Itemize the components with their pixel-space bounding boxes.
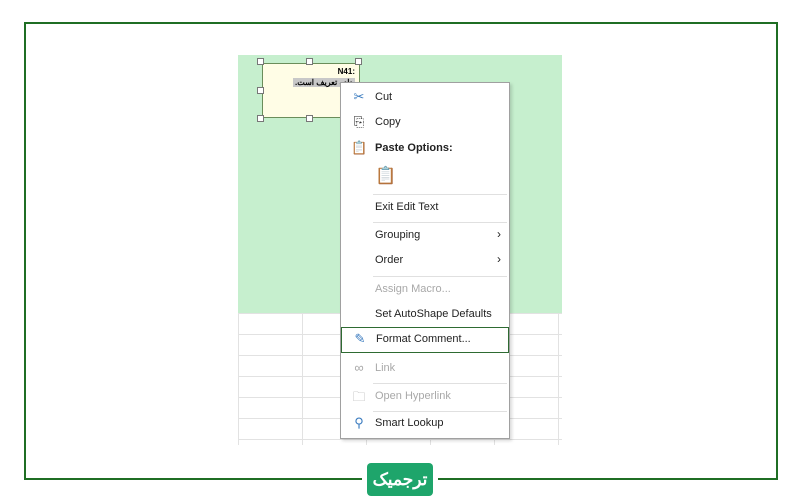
menu-item-cut[interactable]: ✂ Cut	[341, 86, 509, 110]
link-icon: ∞	[354, 360, 364, 375]
search-icon: ⚲	[354, 415, 364, 430]
chevron-right-icon: ›	[497, 252, 501, 266]
chevron-right-icon: ›	[497, 227, 501, 241]
resize-handle[interactable]	[257, 58, 264, 65]
menu-item-set-autoshape-defaults[interactable]: Set AutoShape Defaults	[341, 303, 509, 327]
logo: ترجمیک	[367, 463, 433, 496]
menu-item-grouping[interactable]: Grouping ›	[341, 224, 509, 248]
paste-icon: 📋	[351, 140, 368, 155]
menu-item-format-comment[interactable]: ✎ Format Comment...	[341, 327, 509, 353]
paste-keep-formatting-button[interactable]: 📋	[371, 163, 397, 187]
menu-item-exit-edit-text[interactable]: Exit Edit Text	[341, 196, 509, 220]
menu-item-paste-options: 📋 Paste Options:	[351, 140, 453, 155]
resize-handle[interactable]	[306, 115, 313, 122]
separator	[373, 222, 507, 223]
resize-handle[interactable]	[355, 58, 362, 65]
menu-item-open-hyperlink: 🗀 Open Hyperlink	[341, 385, 509, 409]
menu-item-copy[interactable]: ⎘ Copy	[341, 111, 509, 135]
paste-icon: 📋	[375, 166, 397, 185]
resize-handle[interactable]	[257, 87, 264, 94]
separator	[373, 276, 507, 277]
context-menu: ✂ Cut ⎘ Copy 📋 Paste Options: 📋 Exit Edit T…	[340, 82, 510, 439]
menu-item-order[interactable]: Order ›	[341, 249, 509, 273]
resize-handle[interactable]	[257, 115, 264, 122]
comment-author: N41:	[337, 67, 355, 76]
scissors-icon: ✂	[353, 89, 365, 104]
open-hyperlink-icon: 🗀	[352, 389, 366, 404]
menu-item-assign-macro: Assign Macro...	[375, 283, 451, 295]
resize-handle[interactable]	[306, 58, 313, 65]
copy-icon: ⎘	[353, 114, 365, 129]
menu-item-smart-lookup[interactable]: ⚲ Smart Lookup	[341, 412, 509, 436]
format-brush-icon: ✎	[354, 331, 366, 346]
separator	[373, 194, 507, 195]
separator	[373, 383, 507, 384]
menu-item-link: ∞ Link	[341, 357, 509, 381]
